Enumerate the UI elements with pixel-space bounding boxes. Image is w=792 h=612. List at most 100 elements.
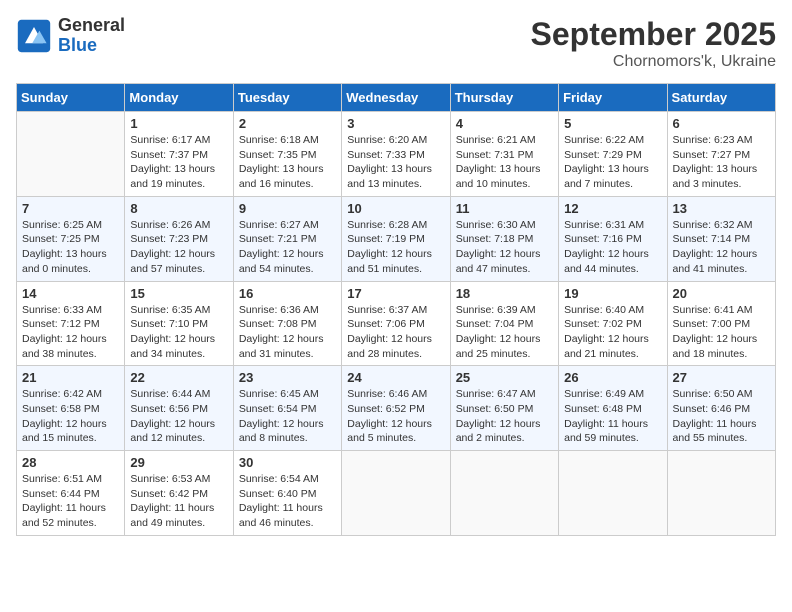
day-number: 2	[239, 116, 336, 131]
day-info: Sunrise: 6:18 AMSunset: 7:35 PMDaylight:…	[239, 133, 336, 192]
calendar-cell: 13 Sunrise: 6:32 AMSunset: 7:14 PMDayligh…	[667, 196, 775, 281]
day-number: 19	[564, 286, 661, 301]
calendar-table: SundayMondayTuesdayWednesdayThursdayFrid…	[16, 83, 776, 536]
calendar-cell: 14 Sunrise: 6:33 AMSunset: 7:12 PMDayligh…	[17, 281, 125, 366]
logo: General Blue	[16, 16, 125, 56]
calendar-cell: 4 Sunrise: 6:21 AMSunset: 7:31 PMDaylight…	[450, 112, 558, 197]
calendar-cell: 21 Sunrise: 6:42 AMSunset: 6:58 PMDayligh…	[17, 366, 125, 451]
calendar-cell: 29Sunrise: 6:53 AMSunset: 6:42 PMDayligh…	[125, 451, 233, 536]
calendar-cell: 20Sunrise: 6:41 AMSunset: 7:00 PMDayligh…	[667, 281, 775, 366]
calendar-cell: 23 Sunrise: 6:45 AMSunset: 6:54 PMDayligh…	[233, 366, 341, 451]
day-number: 26	[564, 370, 661, 385]
day-info: Sunrise: 6:51 AMSunset: 6:44 PMDaylight:…	[22, 472, 119, 531]
calendar-cell: 15Sunrise: 6:35 AMSunset: 7:10 PMDayligh…	[125, 281, 233, 366]
calendar-cell: 10 Sunrise: 6:28 AMSunset: 7:19 PMDayligh…	[342, 196, 450, 281]
calendar-cell: 18Sunrise: 6:39 AMSunset: 7:04 PMDayligh…	[450, 281, 558, 366]
calendar-cell	[17, 112, 125, 197]
calendar-cell: 24 Sunrise: 6:46 AMSunset: 6:52 PMDayligh…	[342, 366, 450, 451]
day-number: 18	[456, 286, 553, 301]
day-number: 14	[22, 286, 119, 301]
weekday-header-saturday: Saturday	[667, 84, 775, 112]
day-info: Sunrise: 6:28 AMSunset: 7:19 PMDaylight:…	[347, 218, 444, 277]
day-info: Sunrise: 6:22 AMSunset: 7:29 PMDaylight:…	[564, 133, 661, 192]
day-info: Sunrise: 6:47 AMSunset: 6:50 PMDaylight:…	[456, 387, 553, 446]
title-block: September 2025 Chornomors'k, Ukraine	[531, 16, 776, 71]
day-number: 25	[456, 370, 553, 385]
calendar-cell: 28 Sunrise: 6:51 AMSunset: 6:44 PMDayligh…	[17, 451, 125, 536]
day-info: Sunrise: 6:46 AMSunset: 6:52 PMDaylight:…	[347, 387, 444, 446]
day-info: Sunrise: 6:53 AMSunset: 6:42 PMDaylight:…	[130, 472, 227, 531]
weekday-header-tuesday: Tuesday	[233, 84, 341, 112]
day-number: 23	[239, 370, 336, 385]
day-number: 13	[673, 201, 770, 216]
calendar-cell: 9 Sunrise: 6:27 AMSunset: 7:21 PMDaylight…	[233, 196, 341, 281]
calendar-cell: 3Sunrise: 6:20 AMSunset: 7:33 PMDaylight…	[342, 112, 450, 197]
day-info: Sunrise: 6:36 AMSunset: 7:08 PMDaylight:…	[239, 303, 336, 362]
weekday-header-row: SundayMondayTuesdayWednesdayThursdayFrid…	[17, 84, 776, 112]
calendar-week-row: 14 Sunrise: 6:33 AMSunset: 7:12 PMDayligh…	[17, 281, 776, 366]
calendar-cell: 25 Sunrise: 6:47 AMSunset: 6:50 PMDayligh…	[450, 366, 558, 451]
day-number: 10	[347, 201, 444, 216]
day-number: 27	[673, 370, 770, 385]
day-info: Sunrise: 6:31 AMSunset: 7:16 PMDaylight:…	[564, 218, 661, 277]
day-info: Sunrise: 6:20 AMSunset: 7:33 PMDaylight:…	[347, 133, 444, 192]
day-number: 28	[22, 455, 119, 470]
day-info: Sunrise: 6:45 AMSunset: 6:54 PMDaylight:…	[239, 387, 336, 446]
day-info: Sunrise: 6:35 AMSunset: 7:10 PMDaylight:…	[130, 303, 227, 362]
calendar-cell: 7Sunrise: 6:25 AMSunset: 7:25 PMDaylight…	[17, 196, 125, 281]
calendar-cell: 5 Sunrise: 6:22 AMSunset: 7:29 PMDaylight…	[559, 112, 667, 197]
weekday-header-thursday: Thursday	[450, 84, 558, 112]
day-info: Sunrise: 6:33 AMSunset: 7:12 PMDaylight:…	[22, 303, 119, 362]
day-number: 1	[130, 116, 227, 131]
day-info: Sunrise: 6:50 AMSunset: 6:46 PMDaylight:…	[673, 387, 770, 446]
day-info: Sunrise: 6:44 AMSunset: 6:56 PMDaylight:…	[130, 387, 227, 446]
day-number: 16	[239, 286, 336, 301]
day-number: 4	[456, 116, 553, 131]
day-info: Sunrise: 6:54 AMSunset: 6:40 PMDaylight:…	[239, 472, 336, 531]
day-info: Sunrise: 6:25 AMSunset: 7:25 PMDaylight:…	[22, 218, 119, 277]
weekday-header-sunday: Sunday	[17, 84, 125, 112]
day-number: 11	[456, 201, 553, 216]
day-info: Sunrise: 6:42 AMSunset: 6:58 PMDaylight:…	[22, 387, 119, 446]
calendar-cell: 27 Sunrise: 6:50 AMSunset: 6:46 PMDayligh…	[667, 366, 775, 451]
day-info: Sunrise: 6:26 AMSunset: 7:23 PMDaylight:…	[130, 218, 227, 277]
day-info: Sunrise: 6:30 AMSunset: 7:18 PMDaylight:…	[456, 218, 553, 277]
calendar-week-row: 7Sunrise: 6:25 AMSunset: 7:25 PMDaylight…	[17, 196, 776, 281]
calendar-cell: 12 Sunrise: 6:31 AMSunset: 7:16 PMDayligh…	[559, 196, 667, 281]
day-number: 24	[347, 370, 444, 385]
location-subtitle: Chornomors'k, Ukraine	[531, 53, 776, 71]
day-info: Sunrise: 6:37 AMSunset: 7:06 PMDaylight:…	[347, 303, 444, 362]
day-number: 12	[564, 201, 661, 216]
day-number: 20	[673, 286, 770, 301]
day-number: 21	[22, 370, 119, 385]
day-info: Sunrise: 6:21 AMSunset: 7:31 PMDaylight:…	[456, 133, 553, 192]
calendar-cell	[559, 451, 667, 536]
logo-icon	[16, 18, 52, 54]
day-number: 6	[673, 116, 770, 131]
day-number: 9	[239, 201, 336, 216]
calendar-cell	[342, 451, 450, 536]
day-number: 8	[130, 201, 227, 216]
calendar-cell: 8 Sunrise: 6:26 AMSunset: 7:23 PMDaylight…	[125, 196, 233, 281]
day-info: Sunrise: 6:49 AMSunset: 6:48 PMDaylight:…	[564, 387, 661, 446]
calendar-cell: 2 Sunrise: 6:18 AMSunset: 7:35 PMDaylight…	[233, 112, 341, 197]
page-header: General Blue September 2025 Chornomors'k…	[16, 16, 776, 71]
day-info: Sunrise: 6:27 AMSunset: 7:21 PMDaylight:…	[239, 218, 336, 277]
calendar-week-row: 1Sunrise: 6:17 AMSunset: 7:37 PMDaylight…	[17, 112, 776, 197]
calendar-cell: 19 Sunrise: 6:40 AMSunset: 7:02 PMDayligh…	[559, 281, 667, 366]
day-number: 17	[347, 286, 444, 301]
day-number: 5	[564, 116, 661, 131]
logo-text: General Blue	[58, 16, 125, 56]
calendar-cell: 26 Sunrise: 6:49 AMSunset: 6:48 PMDayligh…	[559, 366, 667, 451]
calendar-cell	[450, 451, 558, 536]
calendar-cell	[667, 451, 775, 536]
calendar-cell: 30Sunrise: 6:54 AMSunset: 6:40 PMDayligh…	[233, 451, 341, 536]
calendar-week-row: 21 Sunrise: 6:42 AMSunset: 6:58 PMDayligh…	[17, 366, 776, 451]
day-info: Sunrise: 6:40 AMSunset: 7:02 PMDaylight:…	[564, 303, 661, 362]
logo-blue: Blue	[58, 36, 125, 56]
weekday-header-monday: Monday	[125, 84, 233, 112]
weekday-header-wednesday: Wednesday	[342, 84, 450, 112]
day-info: Sunrise: 6:32 AMSunset: 7:14 PMDaylight:…	[673, 218, 770, 277]
day-info: Sunrise: 6:23 AMSunset: 7:27 PMDaylight:…	[673, 133, 770, 192]
calendar-cell: 17 Sunrise: 6:37 AMSunset: 7:06 PMDayligh…	[342, 281, 450, 366]
